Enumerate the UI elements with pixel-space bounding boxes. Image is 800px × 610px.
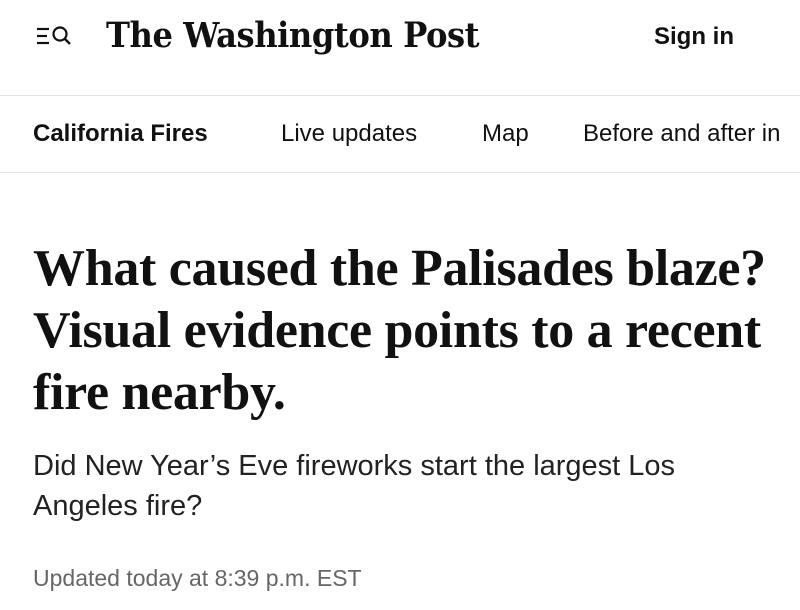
- article-page: The Washington Post Sign in California F…: [0, 0, 800, 610]
- article-dek: Did New Year’s Eve fireworks start the l…: [33, 450, 676, 522]
- masthead-logo[interactable]: The Washington Post: [106, 14, 480, 58]
- top-header: The Washington Post Sign in: [0, 0, 800, 96]
- menu-search-icon[interactable]: [36, 24, 76, 52]
- nav-item-california-fires[interactable]: California Fires: [33, 119, 208, 149]
- nav-item-map[interactable]: Map: [482, 119, 529, 149]
- menu-search-glyph: [37, 26, 71, 45]
- nav-item-live-updates[interactable]: Live updates: [281, 119, 417, 149]
- updated-timestamp: Updated today at 8:39 p.m. EST: [33, 565, 362, 591]
- section-nav: California Fires Live updates Map Before…: [0, 97, 800, 173]
- sign-in-button[interactable]: Sign in: [654, 22, 734, 52]
- nav-item-before-and-after[interactable]: Before and after in: [583, 119, 780, 149]
- article-headline: What caused the Palisades blaze? Visual …: [33, 240, 766, 421]
